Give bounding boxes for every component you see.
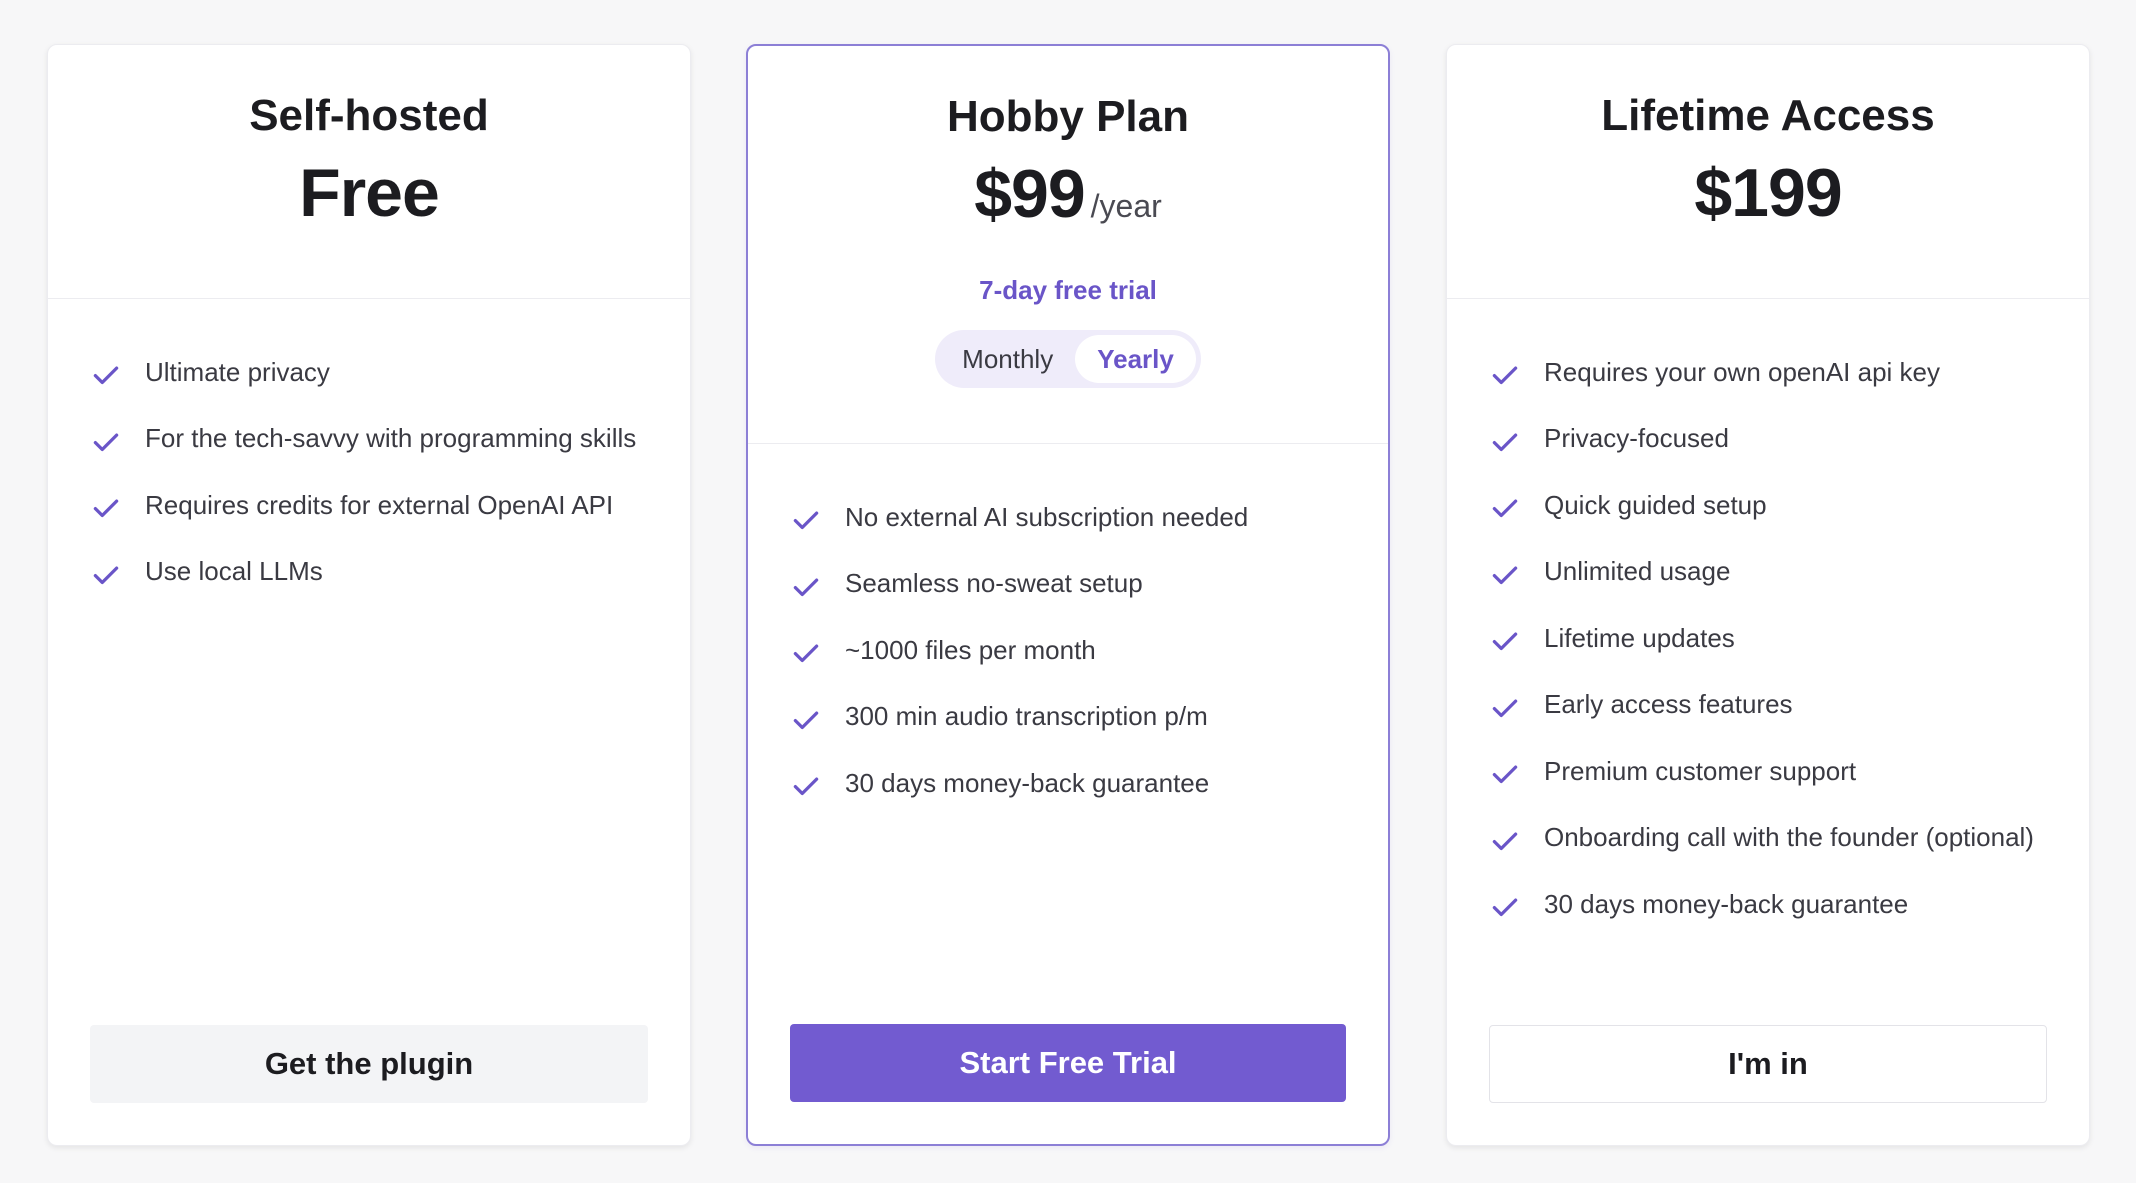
check-icon bbox=[1492, 632, 1518, 651]
plan-name: Lifetime Access bbox=[1601, 91, 1935, 140]
price-row: $99/year bbox=[748, 154, 1388, 253]
trial-badge: 7-day free trial bbox=[979, 275, 1157, 305]
feature-item: Requires credits for external OpenAI API bbox=[91, 472, 690, 539]
feature-text: Early access features bbox=[1544, 689, 1793, 720]
check-icon bbox=[1492, 366, 1518, 385]
feature-text: Privacy-focused bbox=[1544, 423, 1729, 454]
feature-text: Ultimate privacy bbox=[145, 356, 330, 387]
feature-item: No external AI subscription needed bbox=[791, 484, 1388, 551]
check-icon bbox=[793, 711, 819, 729]
check-icon bbox=[1492, 898, 1518, 917]
plan-name: Hobby Plan bbox=[946, 92, 1190, 141]
check-icon bbox=[793, 777, 819, 796]
plan-name: Self-hosted bbox=[249, 91, 489, 140]
plan-header: Hobby Plan $99/year 7-day free trial Mon… bbox=[748, 46, 1388, 444]
feature-item: Requires your own openAI api key bbox=[1490, 339, 2089, 406]
feature-item: Unlimited usage bbox=[1490, 539, 2089, 606]
feature-text: Use local LLMs bbox=[145, 556, 323, 587]
feature-item: Early access features bbox=[1490, 672, 2089, 739]
plan-header: Lifetime Access $199 bbox=[1447, 45, 2089, 299]
start-free-trial-button[interactable]: Start Free Trial bbox=[790, 1024, 1346, 1102]
feature-list: No external AI subscription needed Seamle… bbox=[748, 444, 1388, 817]
feature-text: Requires your own openAI api key bbox=[1544, 356, 1941, 387]
feature-item: Quick guided setup bbox=[1490, 472, 2089, 539]
feature-item: Ultimate privacy bbox=[91, 339, 690, 406]
check-icon bbox=[1492, 433, 1518, 451]
billing-toggle: Monthly Yearly bbox=[935, 330, 1201, 388]
check-icon bbox=[1492, 566, 1518, 584]
check-icon bbox=[93, 566, 119, 584]
feature-text: Unlimited usage bbox=[1544, 556, 1731, 587]
feature-text: Quick guided setup bbox=[1544, 489, 1767, 520]
pricing-section: Self-hosted Free Ultimate privacy For the… bbox=[0, 0, 2136, 1183]
feature-text: 300 min audio transcription p/m bbox=[845, 701, 1208, 732]
feature-text: 30 days money-back guarantee bbox=[845, 767, 1210, 798]
check-icon bbox=[1492, 765, 1518, 784]
feature-text: Lifetime updates bbox=[1544, 622, 1735, 653]
plan-price: Free bbox=[299, 155, 440, 231]
im-in-button[interactable]: I'm in bbox=[1489, 1025, 2047, 1103]
feature-list: Requires your own openAI api key Privacy-… bbox=[1447, 299, 2089, 938]
feature-text: Premium customer support bbox=[1544, 755, 1857, 786]
feature-item: Privacy-focused bbox=[1490, 406, 2089, 473]
price-row: $199 bbox=[1447, 153, 2089, 252]
price-row: Free bbox=[48, 153, 690, 252]
feature-item: Lifetime updates bbox=[1490, 605, 2089, 672]
feature-item: 30 days money-back guarantee bbox=[1490, 871, 2089, 938]
check-icon bbox=[93, 499, 119, 518]
plan-card-hobby: Hobby Plan $99/year 7-day free trial Mon… bbox=[746, 44, 1390, 1146]
feature-text: Onboarding call with the founder (option… bbox=[1544, 822, 2034, 853]
plan-price: $99 bbox=[974, 156, 1085, 232]
plan-card-self-hosted: Self-hosted Free Ultimate privacy For the… bbox=[47, 44, 691, 1146]
check-icon bbox=[793, 511, 819, 530]
feature-text: Seamless no-sweat setup bbox=[845, 568, 1143, 599]
check-icon bbox=[93, 366, 119, 385]
plan-header: Self-hosted Free bbox=[48, 45, 690, 299]
check-icon bbox=[1492, 832, 1518, 850]
feature-item: Onboarding call with the founder (option… bbox=[1490, 805, 2089, 872]
billing-option-yearly[interactable]: Yearly bbox=[1075, 335, 1196, 383]
check-icon bbox=[93, 433, 119, 451]
check-icon bbox=[793, 578, 819, 596]
plan-card-lifetime: Lifetime Access $199 Requires your own o… bbox=[1446, 44, 2090, 1146]
check-icon bbox=[793, 644, 819, 663]
feature-item: ~1000 files per month bbox=[791, 617, 1388, 684]
get-plugin-button[interactable]: Get the plugin bbox=[90, 1025, 648, 1103]
plan-period: /year bbox=[1090, 188, 1162, 224]
feature-item: Premium customer support bbox=[1490, 738, 2089, 805]
feature-item: Seamless no-sweat setup bbox=[791, 551, 1388, 618]
feature-text: ~1000 files per month bbox=[845, 634, 1096, 665]
plan-price: $199 bbox=[1694, 155, 1842, 231]
check-icon bbox=[1492, 499, 1518, 518]
feature-text: Requires credits for external OpenAI API bbox=[145, 489, 614, 520]
feature-list: Ultimate privacy For the tech-savvy with … bbox=[48, 299, 690, 605]
check-icon bbox=[1492, 699, 1518, 717]
feature-item: 300 min audio transcription p/m bbox=[791, 684, 1388, 751]
feature-text: 30 days money-back guarantee bbox=[1544, 888, 1909, 919]
feature-item: 30 days money-back guarantee bbox=[791, 750, 1388, 817]
feature-item: Use local LLMs bbox=[91, 539, 690, 606]
billing-option-monthly[interactable]: Monthly bbox=[940, 335, 1075, 383]
feature-text: For the tech-savvy with programming skil… bbox=[145, 423, 637, 454]
feature-item: For the tech-savvy with programming skil… bbox=[91, 406, 690, 473]
feature-text: No external AI subscription needed bbox=[845, 501, 1249, 532]
